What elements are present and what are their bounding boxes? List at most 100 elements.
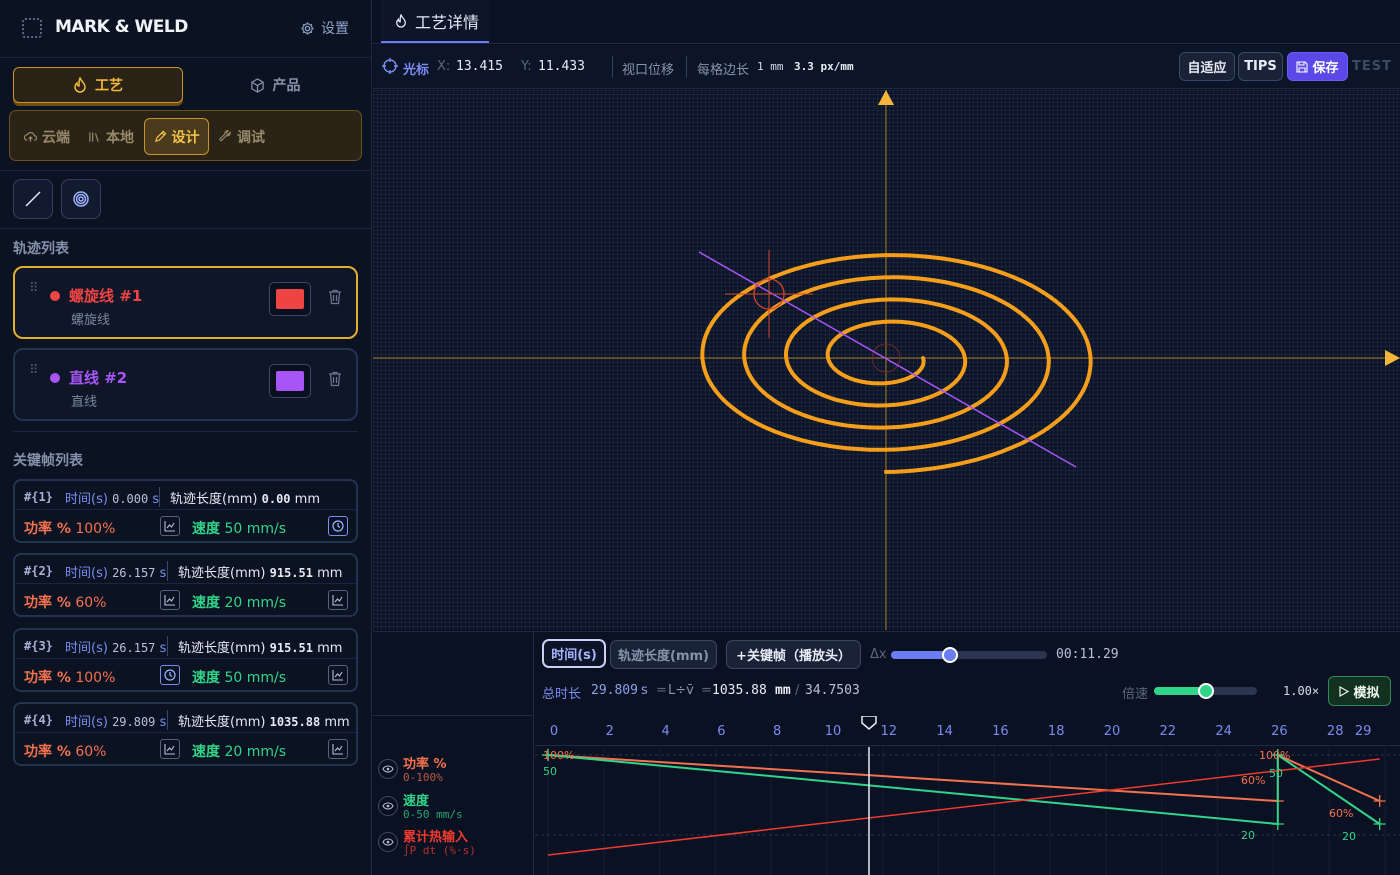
track-item[interactable]: ⠿ 螺旋线 #1 螺旋线 bbox=[13, 266, 358, 339]
playback-speed-value: 1.00× bbox=[1283, 684, 1320, 698]
keyframe-value-label: 20 bbox=[1241, 829, 1255, 842]
wrench-icon bbox=[219, 130, 231, 142]
logo-icon bbox=[22, 18, 42, 38]
eye-icon[interactable] bbox=[378, 796, 398, 816]
curve-icon[interactable] bbox=[160, 590, 180, 610]
simulate-button[interactable]: 模拟 bbox=[1328, 676, 1391, 706]
keyframe-speed[interactable]: 速度 20 mm/s bbox=[192, 741, 286, 761]
curve-icon[interactable] bbox=[160, 739, 180, 759]
tab-cloud-label: 云端 bbox=[42, 129, 70, 146]
mode-time-button[interactable]: 时间(s) bbox=[542, 639, 606, 668]
keyframe-speed[interactable]: 速度 50 mm/s bbox=[192, 518, 286, 538]
keyframe-length-unit: mm bbox=[317, 641, 343, 656]
tips-button[interactable]: TIPS bbox=[1238, 52, 1283, 81]
playhead-slider-knob[interactable] bbox=[942, 647, 959, 663]
canvas-toolbar: 光标 X: 13.415 Y: 11.433 视口位移 每格边长 1 mm 3.… bbox=[373, 45, 1400, 89]
track-type: 螺旋线 bbox=[71, 313, 111, 328]
keyframe-time-unit: s bbox=[159, 566, 167, 581]
keyframe-card[interactable]: #{3} 时间(s) 26.157 s 轨迹长度(mm) 915.51 mm 功… bbox=[13, 628, 358, 692]
keyframe-power[interactable]: 功率 % 100% bbox=[24, 667, 115, 687]
tab-design[interactable]: 设计 bbox=[144, 118, 209, 155]
playhead-handle[interactable] bbox=[861, 715, 877, 730]
track-color-swatch[interactable] bbox=[269, 282, 311, 316]
time-ruler[interactable]: 0 2 4 6 8 10 12 14 16 18 20 22 24 26 28 29 bbox=[535, 715, 1400, 746]
keyframe-marker[interactable] bbox=[1373, 795, 1386, 807]
trash-icon[interactable] bbox=[328, 371, 342, 387]
ratio-value: 34.7503 bbox=[805, 683, 860, 698]
keyframe-speed[interactable]: 速度 50 mm/s bbox=[192, 667, 286, 687]
tab-craft[interactable]: 工艺 bbox=[13, 67, 183, 103]
keyframe-speed[interactable]: 速度 20 mm/s bbox=[192, 592, 286, 612]
keyframe-power-label: 功率 % bbox=[24, 595, 71, 611]
keyframe-value-label: 50 bbox=[543, 765, 557, 778]
add-keyframe-button[interactable]: +关键帧（播放头） bbox=[726, 640, 861, 669]
keyframe-length[interactable]: 轨迹长度(mm) 1035.88 mm bbox=[178, 711, 350, 730]
clock-icon[interactable] bbox=[328, 516, 348, 536]
line-track[interactable] bbox=[698, 251, 1077, 468]
keyframe-time[interactable]: 时间(s) 29.809 s bbox=[65, 711, 166, 730]
tab-craft-label: 工艺 bbox=[95, 78, 123, 94]
speed-curve[interactable] bbox=[547, 753, 1381, 826]
keyframe-speed-label: 速度 bbox=[192, 521, 220, 537]
total-duration-unit: s bbox=[641, 683, 648, 698]
settings-button[interactable]: 设置 bbox=[300, 18, 349, 38]
keyframe-length[interactable]: 轨迹长度(mm) 0.00 mm bbox=[170, 488, 320, 507]
sub-tabs: 云端 本地 设计 调试 bbox=[9, 110, 362, 161]
playback-speed-knob[interactable] bbox=[1197, 683, 1214, 699]
playhead-slider[interactable] bbox=[891, 647, 1047, 663]
timeline-legend-column: 功率 % 0-100% 速度 0-50 mm/s 累计热输入 ∫P dt (%·s) bbox=[373, 632, 534, 875]
keyframe-speed-unit: mm/s bbox=[246, 670, 287, 686]
clock-icon[interactable] bbox=[160, 665, 180, 685]
track-item[interactable]: ⠿ 直线 #2 直线 bbox=[13, 348, 358, 421]
pan-label[interactable]: 视口位移 bbox=[622, 59, 674, 78]
keyframe-curve-chart[interactable]: 100% 50 60% 20 100% 50 60% 20 bbox=[535, 747, 1400, 875]
divider bbox=[0, 228, 372, 229]
spiral-tool-button[interactable] bbox=[61, 179, 101, 219]
keyframe-card[interactable]: #{2} 时间(s) 26.157 s 轨迹长度(mm) 915.51 mm 功… bbox=[13, 553, 358, 617]
keyframe-length[interactable]: 轨迹长度(mm) 915.51 mm bbox=[178, 562, 342, 581]
keyframe-card[interactable]: #{1} 时间(s) 0.000 s 轨迹长度(mm) 0.00 mm 功率 %… bbox=[13, 479, 358, 543]
keyframe-length-label: 轨迹长度(mm) bbox=[170, 492, 258, 507]
curve-icon[interactable] bbox=[160, 516, 180, 536]
playback-speed-slider[interactable] bbox=[1154, 683, 1257, 699]
eye-icon[interactable] bbox=[378, 759, 398, 779]
keyframe-power[interactable]: 功率 % 60% bbox=[24, 741, 106, 761]
keyframe-time[interactable]: 时间(s) 26.157 s bbox=[65, 637, 166, 656]
tab-product-label: 产品 bbox=[272, 78, 301, 94]
tab-product[interactable]: 产品 bbox=[190, 67, 360, 103]
save-button[interactable]: 保存 bbox=[1287, 52, 1348, 81]
tab-design-label: 设计 bbox=[171, 129, 200, 146]
curve-icon[interactable] bbox=[328, 739, 348, 759]
delta-label: Δx bbox=[870, 647, 887, 662]
tab-process-detail[interactable]: 工艺详情 bbox=[381, 0, 489, 43]
trash-icon[interactable] bbox=[328, 289, 342, 305]
tab-cloud[interactable]: 云端 bbox=[24, 118, 70, 155]
keyframe-time-value: 0.000 bbox=[112, 492, 149, 506]
fit-button[interactable]: 自适应 bbox=[1179, 52, 1235, 81]
line-tool-button[interactable] bbox=[13, 179, 53, 219]
keyframe-card[interactable]: #{4} 时间(s) 29.809 s 轨迹长度(mm) 1035.88 mm … bbox=[13, 702, 358, 766]
eye-icon[interactable] bbox=[378, 832, 398, 852]
tab-debug[interactable]: 调试 bbox=[219, 118, 265, 155]
keyframe-power[interactable]: 功率 % 100% bbox=[24, 518, 115, 538]
keyframe-length[interactable]: 轨迹长度(mm) 915.51 mm bbox=[178, 637, 342, 656]
design-canvas[interactable] bbox=[373, 90, 1400, 630]
drag-handle-icon[interactable]: ⠿ bbox=[29, 364, 40, 377]
tab-local[interactable]: 本地 bbox=[88, 118, 134, 155]
keyframe-time[interactable]: 时间(s) 0.000 s bbox=[65, 488, 159, 507]
mode-length-button[interactable]: 轨迹长度(mm) bbox=[610, 640, 717, 669]
ruler-tick-label: 20 bbox=[1104, 724, 1121, 739]
track-color-swatch[interactable] bbox=[269, 364, 311, 398]
track-list-title: 轨迹列表 bbox=[13, 241, 69, 257]
ruler-tick-label: 4 bbox=[661, 724, 669, 739]
drag-handle-icon[interactable]: ⠿ bbox=[29, 282, 40, 295]
curve-icon[interactable] bbox=[328, 590, 348, 610]
keyframe-speed-unit: mm/s bbox=[246, 521, 287, 537]
keyframe-marker[interactable] bbox=[1373, 818, 1386, 830]
keyframe-value-label: 60% bbox=[1329, 807, 1353, 820]
curve-icon[interactable] bbox=[328, 665, 348, 685]
keyframe-time[interactable]: 时间(s) 26.157 s bbox=[65, 562, 166, 581]
ruler-tick-label: 24 bbox=[1215, 724, 1232, 739]
test-button[interactable]: TEST bbox=[1352, 59, 1392, 74]
keyframe-power[interactable]: 功率 % 60% bbox=[24, 592, 106, 612]
